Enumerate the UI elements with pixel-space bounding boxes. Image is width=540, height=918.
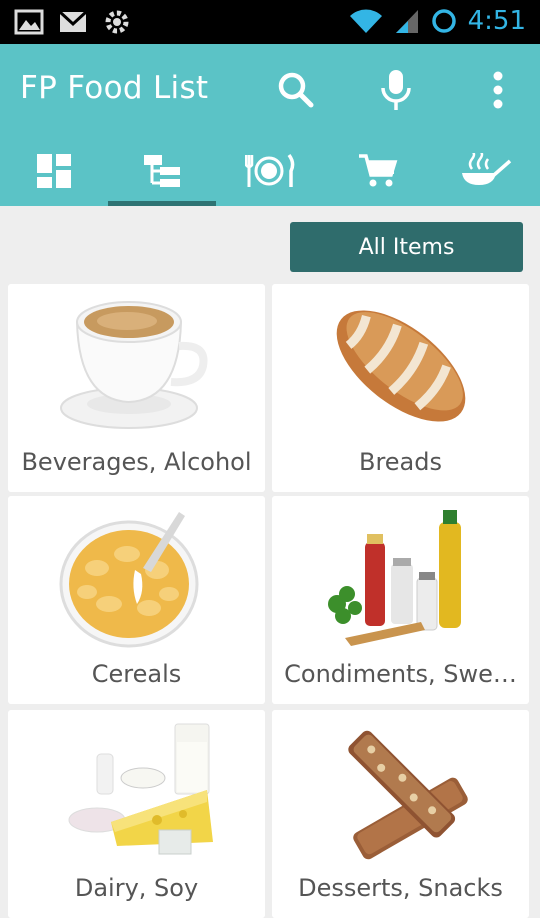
bread-loaf-icon <box>336 310 465 422</box>
category-card-dairy[interactable]: Dairy, Soy <box>8 710 265 918</box>
status-bar: 4:51 <box>0 0 540 44</box>
meal-icon <box>245 153 295 187</box>
category-card-beverages[interactable]: Beverages, Alcohol <box>8 284 265 492</box>
category-card-breads[interactable]: Breads <box>272 284 529 492</box>
category-tree-icon <box>144 155 180 187</box>
sync-icon <box>431 9 456 33</box>
app-bar: FP Food List <box>0 44 540 206</box>
category-card-cereals[interactable]: Cereals <box>8 496 265 704</box>
category-label: Desserts, Snacks <box>298 874 503 902</box>
wifi-icon <box>349 9 382 33</box>
dashboard-icon <box>37 154 71 188</box>
category-label: Dairy, Soy <box>74 874 199 902</box>
snack-bar-icon <box>347 730 468 860</box>
cell-signal-icon <box>395 10 418 33</box>
tab-cooking[interactable] <box>432 136 540 206</box>
cereal-bowl-icon <box>59 512 198 648</box>
dairy-icon <box>68 723 213 855</box>
search-button[interactable] <box>272 66 320 114</box>
gmail-notification-icon <box>58 10 88 32</box>
voice-search-button[interactable] <box>372 66 420 114</box>
condiments-icon <box>327 510 461 646</box>
overflow-menu-icon <box>493 71 503 109</box>
search-icon <box>278 72 314 108</box>
clock: 4:51 <box>467 6 526 36</box>
tab-meals[interactable] <box>216 136 324 206</box>
category-card-desserts[interactable]: Desserts, Snacks <box>272 710 529 918</box>
mic-icon <box>381 70 411 110</box>
category-label: Cereals <box>91 660 182 688</box>
category-grid: All Items Beverages, Alcohol Breads Cere… <box>0 206 540 918</box>
tab-categories[interactable] <box>108 136 216 206</box>
category-card-condiments[interactable]: Condiments, Swe… <box>272 496 529 704</box>
overflow-menu-button[interactable] <box>474 66 522 114</box>
tab-bar <box>0 136 540 206</box>
settings-update-icon <box>105 10 129 34</box>
app-title: FP Food List <box>20 70 209 106</box>
shopping-cart-icon <box>359 154 398 187</box>
coffee-cup-icon <box>59 301 207 429</box>
category-label: Beverages, Alcohol <box>21 448 252 476</box>
category-label: Breads <box>358 448 442 476</box>
tab-shopping[interactable] <box>324 136 432 206</box>
category-label: Condiments, Swe… <box>284 660 517 688</box>
image-notification-icon <box>14 9 44 35</box>
all-items-button[interactable]: All Items <box>290 222 523 272</box>
tab-dashboard[interactable] <box>0 136 108 206</box>
cooking-pan-icon <box>462 153 512 185</box>
